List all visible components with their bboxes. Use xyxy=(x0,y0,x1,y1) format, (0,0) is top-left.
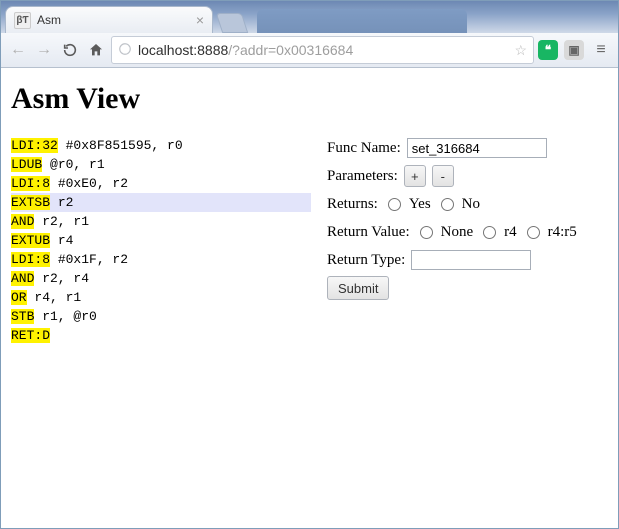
param-add-button[interactable]: + xyxy=(404,165,426,187)
asm-operands: r2 xyxy=(50,195,73,210)
asm-mnemonic: RET:D xyxy=(11,328,50,343)
asm-mnemonic: LDUB xyxy=(11,157,42,172)
returns-label: Returns: xyxy=(327,196,378,213)
asm-line[interactable]: STB r1, @r0 xyxy=(11,307,311,326)
background-window xyxy=(257,9,467,33)
asm-operands: @r0, r1 xyxy=(42,157,104,172)
return-value-r4-label: r4 xyxy=(504,224,517,241)
omnibox[interactable]: localhost:8888/?addr=0x00316684 ☆ xyxy=(111,36,534,64)
url-rest: /?addr=0x00316684 xyxy=(228,42,353,58)
asm-operands: r4 xyxy=(50,233,73,248)
asm-operands: r2, r4 xyxy=(34,271,89,286)
browser-tab[interactable]: βƬ Asm × xyxy=(5,6,213,33)
extensions: ❝ ▣ ≡ xyxy=(538,39,612,61)
asm-mnemonic: AND xyxy=(11,271,34,286)
asm-mnemonic: STB xyxy=(11,309,34,324)
asm-line[interactable]: LDI:32 #0x8F851595, r0 xyxy=(11,136,311,155)
returns-yes-label: Yes xyxy=(409,196,431,213)
asm-operands: #0xE0, r2 xyxy=(50,176,128,191)
asm-listing: LDI:32 #0x8F851595, r0LDUB @r0, r1LDI:8 … xyxy=(11,136,311,345)
hangouts-icon[interactable]: ❝ xyxy=(538,40,558,60)
extension-icon[interactable]: ▣ xyxy=(564,40,584,60)
asm-operands: r4, r1 xyxy=(27,290,82,305)
asm-line[interactable]: EXTSB r2 xyxy=(11,193,311,212)
asm-line[interactable]: AND r2, r4 xyxy=(11,269,311,288)
asm-mnemonic: EXTSB xyxy=(11,195,50,210)
asm-operands: r2, r1 xyxy=(34,214,89,229)
url-host: localhost:8888 xyxy=(138,42,228,58)
submit-button[interactable]: Submit xyxy=(327,276,389,300)
asm-line[interactable]: OR r4, r1 xyxy=(11,288,311,307)
url: localhost:8888/?addr=0x00316684 xyxy=(138,42,353,58)
param-remove-button[interactable]: - xyxy=(432,165,454,187)
asm-operands: #0x1F, r2 xyxy=(50,252,128,267)
function-form: Func Name: Parameters: + - Returns: Yes … xyxy=(327,136,577,345)
return-value-r4r5-label: r4:r5 xyxy=(548,224,577,241)
asm-line[interactable]: AND r2, r1 xyxy=(11,212,311,231)
home-icon[interactable] xyxy=(85,39,107,61)
asm-line[interactable]: RET:D xyxy=(11,326,311,345)
asm-mnemonic: AND xyxy=(11,214,34,229)
tab-strip: βƬ Asm × xyxy=(1,1,618,33)
return-value-label: Return Value: xyxy=(327,224,410,241)
back-icon[interactable]: ← xyxy=(7,39,29,61)
asm-mnemonic: EXTUB xyxy=(11,233,50,248)
func-name-input[interactable] xyxy=(407,138,547,158)
tab-title: Asm xyxy=(37,13,190,27)
forward-icon[interactable]: → xyxy=(33,39,55,61)
asm-line[interactable]: EXTUB r4 xyxy=(11,231,311,250)
return-type-input[interactable] xyxy=(411,250,531,270)
reload-icon[interactable] xyxy=(59,39,81,61)
asm-line[interactable]: LDI:8 #0xE0, r2 xyxy=(11,174,311,193)
returns-no-radio[interactable] xyxy=(441,198,454,211)
asm-operands: #0x8F851595, r0 xyxy=(58,138,183,153)
globe-icon xyxy=(118,42,132,59)
page-title: Asm View xyxy=(11,82,608,116)
return-value-none-label: None xyxy=(441,224,474,241)
asm-line[interactable]: LDI:8 #0x1F, r2 xyxy=(11,250,311,269)
func-name-label: Func Name: xyxy=(327,140,401,157)
return-value-r4r5-radio[interactable] xyxy=(527,226,540,239)
return-value-r4-radio[interactable] xyxy=(483,226,496,239)
menu-icon[interactable]: ≡ xyxy=(590,39,612,61)
asm-mnemonic: LDI:32 xyxy=(11,138,58,153)
new-tab-button[interactable] xyxy=(216,13,248,33)
asm-operands: r1, @r0 xyxy=(34,309,96,324)
favicon-icon: βƬ xyxy=(14,12,31,29)
asm-mnemonic: LDI:8 xyxy=(11,176,50,191)
parameters-label: Parameters: xyxy=(327,168,398,185)
close-icon[interactable]: × xyxy=(196,13,204,27)
bookmark-star-icon[interactable]: ☆ xyxy=(514,42,527,59)
returns-no-label: No xyxy=(462,196,480,213)
return-value-none-radio[interactable] xyxy=(420,226,433,239)
viewport: Asm View LDI:32 #0x8F851595, r0LDUB @r0,… xyxy=(1,68,618,528)
toolbar: ← → localhost:8888/?addr=0x00316684 ☆ ❝ … xyxy=(1,33,618,68)
return-type-label: Return Type: xyxy=(327,252,405,269)
returns-yes-radio[interactable] xyxy=(388,198,401,211)
asm-mnemonic: LDI:8 xyxy=(11,252,50,267)
asm-mnemonic: OR xyxy=(11,290,27,305)
asm-line[interactable]: LDUB @r0, r1 xyxy=(11,155,311,174)
